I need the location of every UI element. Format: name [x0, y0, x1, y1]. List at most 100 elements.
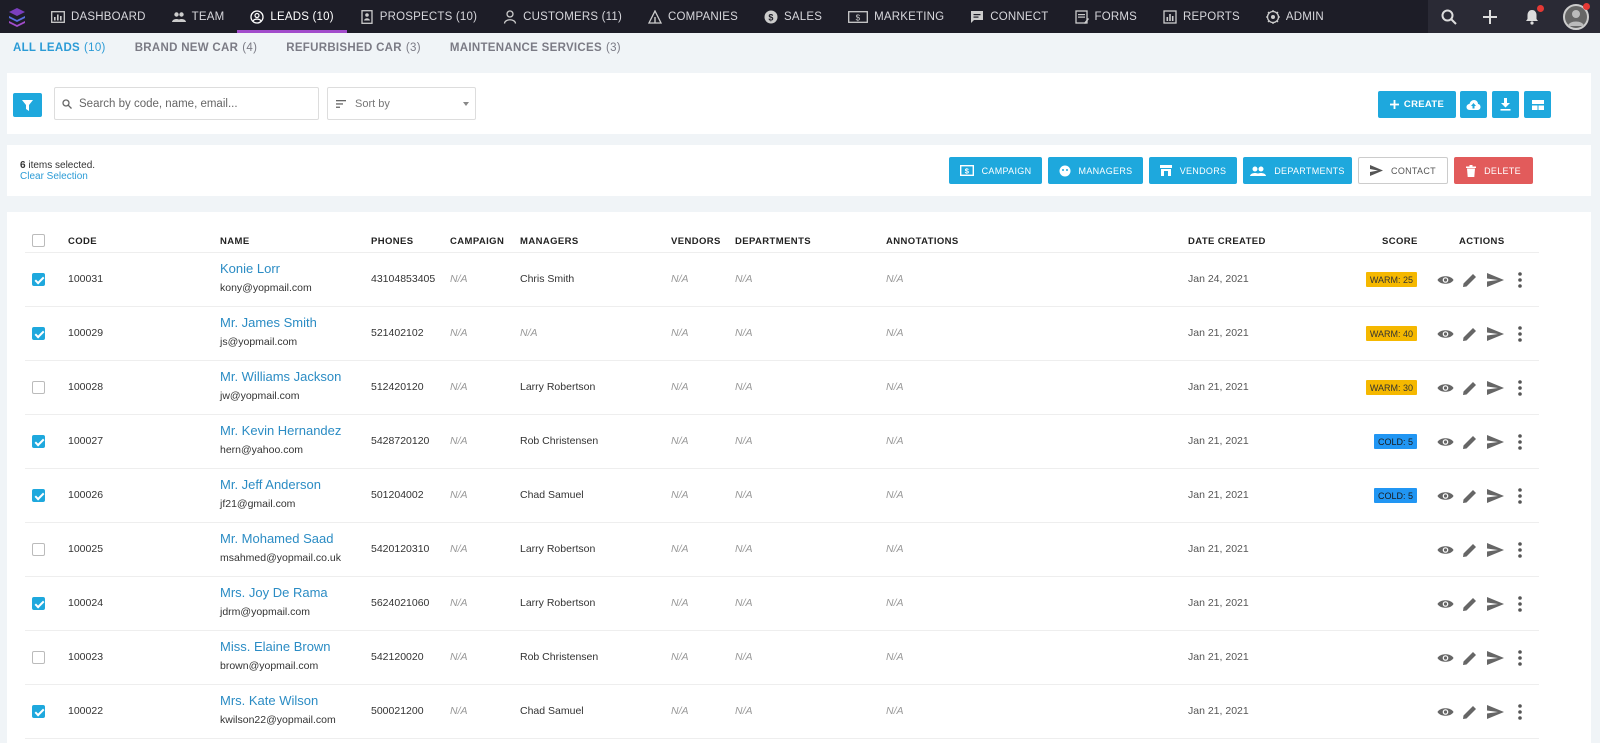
- app-logo[interactable]: [2, 0, 32, 33]
- table-row[interactable]: 100023 Miss. Elaine Brown brown@yopmail.co…: [25, 631, 1539, 685]
- pencil-icon[interactable]: [1461, 433, 1479, 451]
- more-vertical-icon[interactable]: [1511, 325, 1529, 343]
- table-row[interactable]: 100031 Konie Lorr kony@yopmail.com 43104853…: [25, 253, 1539, 307]
- user-avatar[interactable]: [1563, 2, 1591, 30]
- header-code[interactable]: CODE: [68, 236, 97, 247]
- nav-item-marketing[interactable]: $ MARKETING: [835, 0, 957, 33]
- lead-name-link[interactable]: Mr. Mohamed Saad: [220, 531, 333, 546]
- nav-item-forms[interactable]: FORMS: [1062, 0, 1151, 33]
- eye-icon[interactable]: [1436, 703, 1454, 721]
- row-checkbox[interactable]: [32, 381, 45, 394]
- table-row[interactable]: 100027 Mr. Kevin Hernandez hern@yahoo.com 5…: [25, 415, 1539, 469]
- subtab-all-leads[interactable]: ALL LEADS (10): [13, 42, 106, 54]
- nav-item-prospects[interactable]: PROSPECTS (10): [347, 0, 490, 33]
- send-icon[interactable]: [1486, 541, 1504, 559]
- more-vertical-icon[interactable]: [1511, 541, 1529, 559]
- contact-button[interactable]: CONTACT: [1358, 157, 1448, 184]
- header-date-created[interactable]: DATE CREATED: [1188, 236, 1266, 247]
- subtab-refurbished-car[interactable]: REFURBISHED CAR (3): [286, 42, 421, 54]
- search-input[interactable]: [79, 97, 299, 110]
- eye-icon[interactable]: [1436, 487, 1454, 505]
- nav-item-sales[interactable]: $ SALES: [751, 0, 835, 33]
- more-vertical-icon[interactable]: [1511, 649, 1529, 667]
- search-box[interactable]: [54, 87, 319, 120]
- upload-button[interactable]: [1460, 91, 1487, 118]
- delete-button[interactable]: DELETE: [1454, 157, 1533, 184]
- more-vertical-icon[interactable]: [1511, 595, 1529, 613]
- view-toggle-button[interactable]: [1524, 91, 1551, 118]
- header-name[interactable]: NAME: [220, 236, 250, 247]
- eye-icon[interactable]: [1436, 541, 1454, 559]
- table-row[interactable]: 100029 Mr. James Smith js@yopmail.com 52140…: [25, 307, 1539, 361]
- pencil-icon[interactable]: [1461, 271, 1479, 289]
- row-checkbox[interactable]: [32, 543, 45, 556]
- eye-icon[interactable]: [1436, 595, 1454, 613]
- search-icon[interactable]: [1439, 7, 1459, 27]
- pencil-icon[interactable]: [1461, 379, 1479, 397]
- nav-item-reports[interactable]: REPORTS: [1150, 0, 1253, 33]
- send-icon[interactable]: [1486, 271, 1504, 289]
- send-icon[interactable]: [1486, 703, 1504, 721]
- send-icon[interactable]: [1486, 487, 1504, 505]
- sort-select[interactable]: Sort by: [327, 87, 476, 120]
- departments-button[interactable]: DEPARTMENTS: [1243, 157, 1352, 184]
- download-button[interactable]: [1492, 91, 1519, 118]
- create-button[interactable]: CREATE: [1378, 91, 1456, 118]
- eye-icon[interactable]: [1436, 649, 1454, 667]
- subtab-brand-new-car[interactable]: BRAND NEW CAR (4): [135, 42, 258, 54]
- pencil-icon[interactable]: [1461, 541, 1479, 559]
- plus-icon[interactable]: [1480, 7, 1500, 27]
- header-score[interactable]: SCORE: [1382, 236, 1418, 247]
- managers-button[interactable]: MANAGERS: [1048, 157, 1143, 184]
- send-icon[interactable]: [1486, 325, 1504, 343]
- row-checkbox[interactable]: [32, 435, 45, 448]
- table-row[interactable]: 100022 Mrs. Kate Wilson kwilson22@yopmail.…: [25, 685, 1539, 739]
- nav-item-admin[interactable]: ADMIN: [1253, 0, 1337, 33]
- subtab-maintenance-services[interactable]: MAINTENANCE SERVICES (3): [450, 42, 621, 54]
- table-row[interactable]: 100025 Mr. Mohamed Saad msahmed@yopmail.co…: [25, 523, 1539, 577]
- eye-icon[interactable]: [1436, 271, 1454, 289]
- lead-name-link[interactable]: Miss. Elaine Brown: [220, 639, 331, 654]
- eye-icon[interactable]: [1436, 379, 1454, 397]
- more-vertical-icon[interactable]: [1511, 379, 1529, 397]
- more-vertical-icon[interactable]: [1511, 487, 1529, 505]
- nav-item-customers[interactable]: CUSTOMERS (11): [490, 0, 635, 33]
- pencil-icon[interactable]: [1461, 649, 1479, 667]
- nav-item-dashboard[interactable]: DASHBOARD: [38, 0, 159, 33]
- clear-selection-link[interactable]: Clear Selection: [20, 171, 88, 182]
- row-checkbox[interactable]: [32, 327, 45, 340]
- table-row[interactable]: 100026 Mr. Jeff Anderson jf21@gmail.com 501…: [25, 469, 1539, 523]
- more-vertical-icon[interactable]: [1511, 703, 1529, 721]
- table-row[interactable]: 100028 Mr. Williams Jackson jw@yopmail.com…: [25, 361, 1539, 415]
- lead-name-link[interactable]: Mrs. Kate Wilson: [220, 693, 318, 708]
- nav-item-companies[interactable]: COMPANIES: [635, 0, 751, 33]
- nav-item-team[interactable]: TEAM: [159, 0, 238, 33]
- send-icon[interactable]: [1486, 595, 1504, 613]
- campaign-button[interactable]: $ CAMPAIGN: [949, 157, 1042, 184]
- nav-item-leads[interactable]: LEADS (10): [237, 0, 348, 33]
- more-vertical-icon[interactable]: [1511, 271, 1529, 289]
- pencil-icon[interactable]: [1461, 325, 1479, 343]
- send-icon[interactable]: [1486, 433, 1504, 451]
- lead-name-link[interactable]: Mr. Kevin Hernandez: [220, 423, 341, 438]
- lead-name-link[interactable]: Mrs. Joy De Rama: [220, 585, 328, 600]
- row-checkbox[interactable]: [32, 489, 45, 502]
- eye-icon[interactable]: [1436, 433, 1454, 451]
- select-all-checkbox[interactable]: [32, 234, 45, 247]
- row-checkbox[interactable]: [32, 651, 45, 664]
- pencil-icon[interactable]: [1461, 595, 1479, 613]
- bell-icon[interactable]: [1522, 4, 1544, 27]
- pencil-icon[interactable]: [1461, 703, 1479, 721]
- lead-name-link[interactable]: Mr. Williams Jackson: [220, 369, 341, 384]
- send-icon[interactable]: [1486, 649, 1504, 667]
- send-icon[interactable]: [1486, 379, 1504, 397]
- lead-name-link[interactable]: Konie Lorr: [220, 261, 280, 276]
- row-checkbox[interactable]: [32, 273, 45, 286]
- lead-name-link[interactable]: Mr. James Smith: [220, 315, 317, 330]
- row-checkbox[interactable]: [32, 597, 45, 610]
- vendors-button[interactable]: VENDORS: [1149, 157, 1237, 184]
- nav-item-connect[interactable]: CONNECT: [957, 0, 1061, 33]
- pencil-icon[interactable]: [1461, 487, 1479, 505]
- row-checkbox[interactable]: [32, 705, 45, 718]
- filter-button[interactable]: [13, 93, 42, 117]
